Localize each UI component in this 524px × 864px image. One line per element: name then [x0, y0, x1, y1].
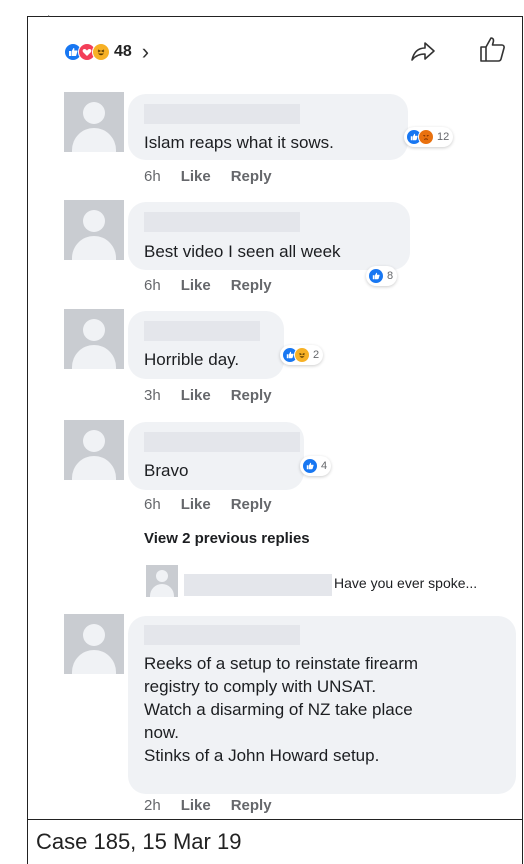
corner-mark: '	[48, 14, 50, 23]
comment-text-line: Watch a disarming of NZ take place	[144, 700, 413, 719]
share-arrow-icon[interactable]	[408, 36, 438, 66]
redacted-commenter-name	[144, 212, 300, 232]
comment-actions: 3h Like Reply	[144, 387, 272, 404]
view-previous-replies-link[interactable]: View 2 previous replies	[144, 530, 310, 547]
comment-reactions[interactable]: 8	[366, 266, 398, 286]
reply-link[interactable]: Reply	[231, 168, 272, 185]
reaction-count: 12	[437, 131, 450, 143]
reaction-count: 4	[321, 460, 328, 472]
like-reaction-icon	[302, 458, 318, 474]
redacted-commenter-name	[144, 625, 300, 645]
comment-text: Best video I seen all week	[144, 242, 341, 261]
comment-text-line: Stinks of a John Howard setup.	[144, 746, 380, 765]
like-link[interactable]: Like	[181, 168, 211, 185]
reply-link[interactable]: Reply	[231, 496, 272, 513]
reaction-count: 2	[313, 349, 320, 361]
like-reaction-icon	[368, 268, 384, 284]
redacted-reply-name	[184, 574, 332, 596]
comment-text: Bravo	[144, 461, 189, 480]
reply-link[interactable]: Reply	[231, 277, 272, 294]
comment-text-line: Reeks of a setup to reinstate firearm	[144, 654, 419, 673]
comment-text-line: now.	[144, 723, 179, 742]
haha-reaction-icon	[294, 347, 310, 363]
commenter-avatar[interactable]	[64, 420, 124, 480]
comment-text: Horrible day.	[144, 350, 240, 369]
redacted-commenter-name	[144, 432, 300, 452]
comment-actions: 6h Like Reply	[144, 496, 272, 513]
haha-reaction-icon	[92, 43, 110, 61]
thumbs-up-outline-icon[interactable]	[478, 34, 508, 64]
comment-reactions[interactable]: 12	[404, 127, 454, 147]
comment-actions: 6h Like Reply	[144, 277, 272, 294]
reply-link[interactable]: Reply	[231, 797, 272, 814]
redacted-commenter-name	[144, 104, 300, 124]
reply-link[interactable]: Reply	[231, 387, 272, 404]
chevron-right-icon[interactable]: ›	[142, 39, 149, 65]
comment-actions: 2h Like Reply	[144, 797, 272, 814]
commenter-avatar[interactable]	[64, 614, 124, 674]
comment-text: Islam reaps what it sows.	[144, 133, 334, 152]
redacted-commenter-name	[144, 321, 260, 341]
reply-avatar[interactable]	[146, 565, 178, 597]
like-link[interactable]: Like	[181, 277, 211, 294]
reply-preview-text[interactable]: Have you ever spoke...	[334, 575, 477, 591]
commenter-avatar[interactable]	[64, 200, 124, 260]
like-link[interactable]: Like	[181, 496, 211, 513]
commenter-avatar[interactable]	[64, 92, 124, 152]
comment-time: 3h	[144, 387, 161, 404]
comment-text-line: registry to comply with UNSAT.	[144, 677, 377, 696]
comment-reactions[interactable]: 4	[300, 456, 332, 476]
reaction-count: 8	[387, 270, 394, 282]
comment-time: 6h	[144, 168, 161, 185]
case-caption: Case 185, 15 Mar 19	[27, 819, 523, 864]
reaction-summary[interactable]: 48 ›	[64, 36, 149, 68]
comment-time: 6h	[144, 496, 161, 513]
like-link[interactable]: Like	[181, 797, 211, 814]
reaction-total-count: 48	[114, 43, 132, 60]
comment-actions: 6h Like Reply	[144, 168, 272, 185]
like-link[interactable]: Like	[181, 387, 211, 404]
comment-reactions[interactable]: 2	[280, 345, 324, 365]
comment-time: 2h	[144, 797, 161, 814]
angry-reaction-icon	[418, 129, 434, 145]
comment-time: 6h	[144, 277, 161, 294]
commenter-avatar[interactable]	[64, 309, 124, 369]
